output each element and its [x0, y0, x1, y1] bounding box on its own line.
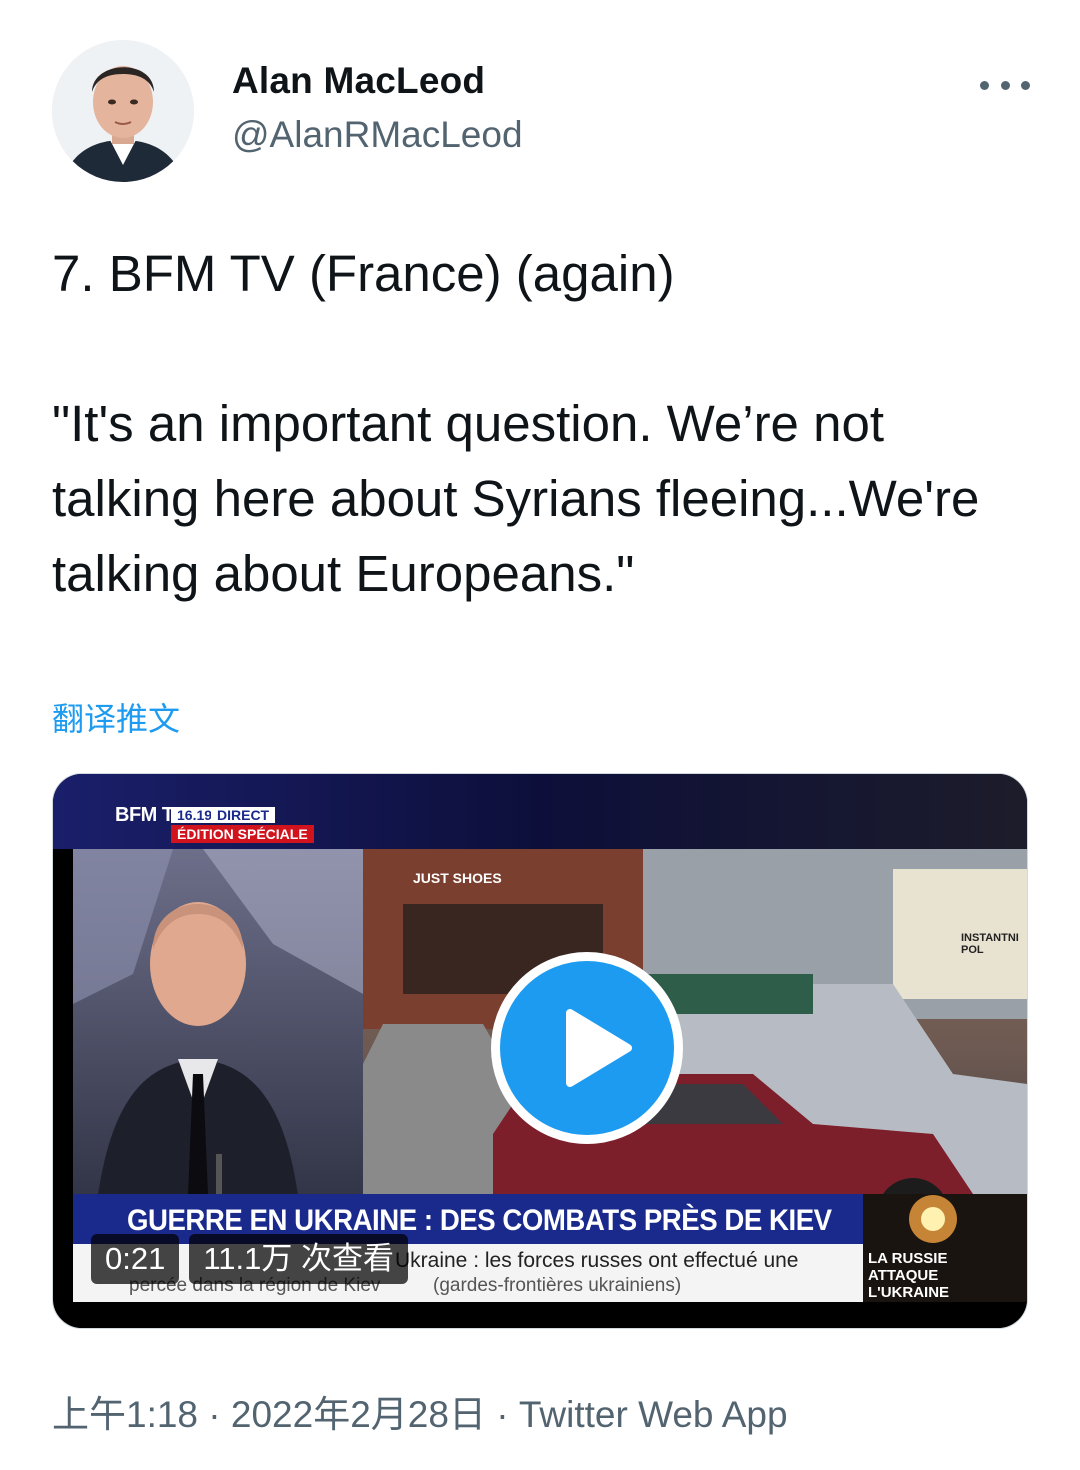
- play-icon: [566, 1009, 632, 1087]
- play-button[interactable]: [491, 952, 683, 1144]
- more-horizontal-icon: [980, 80, 989, 90]
- translate-tweet-link[interactable]: 翻译推文: [52, 694, 180, 740]
- tweet-meta: 上午1:18 · 2022年2月28日 · Twitter Web App: [52, 1384, 788, 1438]
- tweet-line-heading: 7. BFM TV (France) (again): [52, 245, 675, 302]
- bfm-special-label: ÉDITION SPÉCIALE: [171, 825, 314, 843]
- meta-separator: ·: [198, 1394, 231, 1435]
- video-view-count: 11.1万 次查看: [189, 1234, 408, 1284]
- ticker-line-2-right: (gardes-frontières ukrainiens): [433, 1275, 682, 1296]
- author-name[interactable]: Alan MacLeod: [232, 60, 485, 102]
- more-dot: [1021, 80, 1030, 90]
- person-avatar-icon: [52, 40, 194, 182]
- tweet-source[interactable]: Twitter Web App: [519, 1394, 788, 1435]
- tweet-text: 7. BFM TV (France) (again) "It's an impo…: [52, 236, 1042, 611]
- more-options-button[interactable]: [980, 70, 1030, 100]
- ticker-line-1: Ukraine : les forces russes ont effectué…: [395, 1249, 799, 1272]
- tweet-date[interactable]: 2022年2月28日: [231, 1394, 486, 1435]
- ticker-side-label: LA RUSSIE ATTAQUE L'UKRAINE: [868, 1250, 950, 1301]
- author-handle[interactable]: @AlanRMacLeod: [232, 114, 523, 156]
- truck-sign: INSTANTNI POL: [961, 932, 1019, 956]
- video-duration: 0:21: [91, 1234, 180, 1284]
- video-player[interactable]: BFM TV. 16.19 DIRECT ÉDITION SPÉCIALE JU…: [52, 773, 1028, 1329]
- meta-separator: ·: [485, 1394, 519, 1435]
- author-avatar[interactable]: [52, 40, 194, 182]
- tweet-time[interactable]: 上午1:18: [52, 1394, 198, 1435]
- shop-sign: JUST SHOES: [413, 870, 502, 886]
- bfm-direct-label: DIRECT: [211, 807, 276, 823]
- video-badge: 0:21 11.1万 次查看: [91, 1230, 408, 1288]
- tweet-line-quote: "It's an important question. We’re not t…: [52, 395, 980, 602]
- more-dot: [1000, 80, 1010, 90]
